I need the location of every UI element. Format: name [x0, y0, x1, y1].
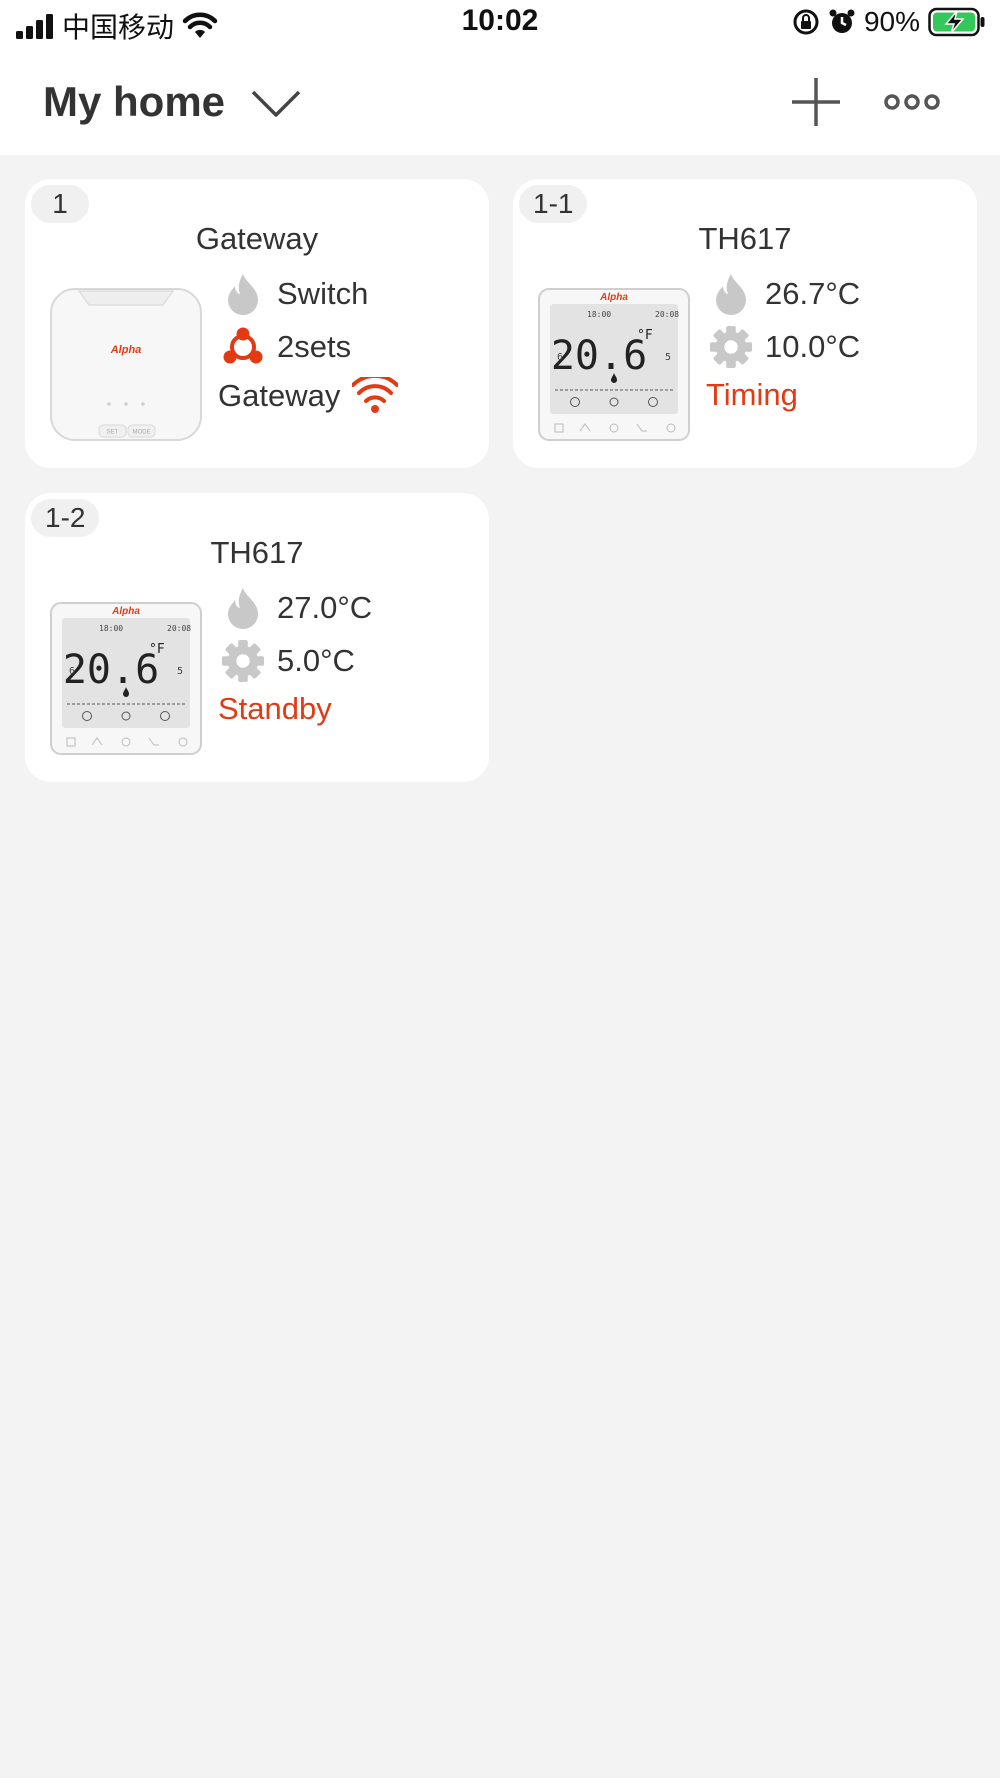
- screen-time-left: 18:00: [99, 624, 123, 633]
- chevron-down-icon[interactable]: [250, 82, 302, 122]
- device-badge: 1-2: [31, 499, 100, 537]
- device-groups-text: 2sets: [277, 329, 352, 364]
- device-status-text: Standby: [218, 691, 332, 726]
- device-status-row: Timing: [706, 377, 798, 413]
- device-mode-row: Switch: [221, 272, 368, 316]
- add-device-button[interactable]: [788, 74, 844, 130]
- orientation-lock-icon: [793, 9, 819, 35]
- screen-right-num: 5: [177, 666, 183, 677]
- device-card-th617[interactable]: 1-2 TH617 Alpha 18:00 20:08 20.6 °F 6 5 …: [25, 493, 489, 782]
- device-card-gateway[interactable]: 1 Gateway Alpha SET MODE Switch 2sets Ga…: [25, 179, 489, 468]
- device-groups-row: 2sets: [221, 325, 351, 369]
- device-brand: Alpha: [599, 292, 628, 303]
- screen-left-num: 6: [69, 666, 75, 677]
- screen-time-right: 20:08: [655, 310, 679, 319]
- device-title: Gateway: [195, 221, 319, 256]
- set-temp-value: 10.0°C: [765, 329, 861, 364]
- screen-unit: °F: [637, 328, 653, 343]
- current-temp-row: 26.7°C: [709, 272, 860, 316]
- screen-time-right: 20:08: [167, 624, 191, 633]
- current-temp-value: 26.7°C: [765, 276, 861, 311]
- more-options-button[interactable]: [884, 80, 940, 124]
- alarm-icon: [829, 9, 855, 33]
- screen-right-num: 5: [665, 352, 671, 363]
- current-temp-row: 27.0°C: [221, 586, 372, 630]
- thermostat-device-image: Alpha 18:00 20:08 20.6 °F 6 5: [538, 288, 690, 441]
- gear-icon: [221, 639, 265, 683]
- app-header: My home: [0, 52, 1000, 155]
- device-button-label: MODE: [133, 430, 151, 436]
- set-temp-value: 5.0°C: [277, 643, 355, 678]
- gear-icon: [709, 325, 753, 369]
- device-title: TH617: [698, 221, 792, 256]
- device-title: TH617: [210, 535, 304, 570]
- screen-time-left: 18:00: [587, 310, 611, 319]
- battery-charging-icon: [928, 7, 985, 37]
- wifi-icon: [352, 377, 399, 413]
- device-brand: Alpha: [110, 344, 142, 356]
- device-status-row: Standby: [218, 691, 332, 727]
- device-mode-text: Switch: [277, 276, 369, 311]
- current-temp-value: 27.0°C: [277, 590, 373, 625]
- device-brand: Alpha: [111, 606, 140, 617]
- battery-percent: 90%: [863, 6, 920, 37]
- device-button-label: SET: [107, 430, 119, 436]
- flame-icon: [709, 272, 753, 316]
- thermostat-device-image: Alpha 18:00 20:08 20.6 °F 6 5: [50, 602, 202, 755]
- flame-icon: [221, 272, 265, 316]
- screen-temperature: 20.6: [63, 647, 159, 693]
- home-title[interactable]: My home: [43, 78, 225, 126]
- status-bar: 中国移动 10:02 90%: [0, 0, 1000, 52]
- screen-temperature: 20.6: [551, 333, 647, 379]
- group-icon: [221, 325, 265, 369]
- device-status-text: Timing: [706, 377, 798, 412]
- screen-unit: °F: [149, 642, 165, 657]
- screen-left-num: 6: [557, 352, 563, 363]
- flame-icon: [221, 586, 265, 630]
- device-status-text: Gateway: [218, 378, 341, 413]
- device-badge: 1: [31, 185, 89, 223]
- device-card-th617[interactable]: 1-1 TH617 Alpha 18:00 20:08 20.6 °F 6 5 …: [513, 179, 977, 468]
- gateway-device-image: Alpha SET MODE: [50, 288, 202, 441]
- device-badge: 1-1: [519, 185, 588, 223]
- set-temp-row: 5.0°C: [221, 639, 355, 683]
- device-status-row: Gateway: [218, 377, 399, 415]
- status-bar-right: 90%: [792, 6, 986, 38]
- set-temp-row: 10.0°C: [709, 325, 860, 369]
